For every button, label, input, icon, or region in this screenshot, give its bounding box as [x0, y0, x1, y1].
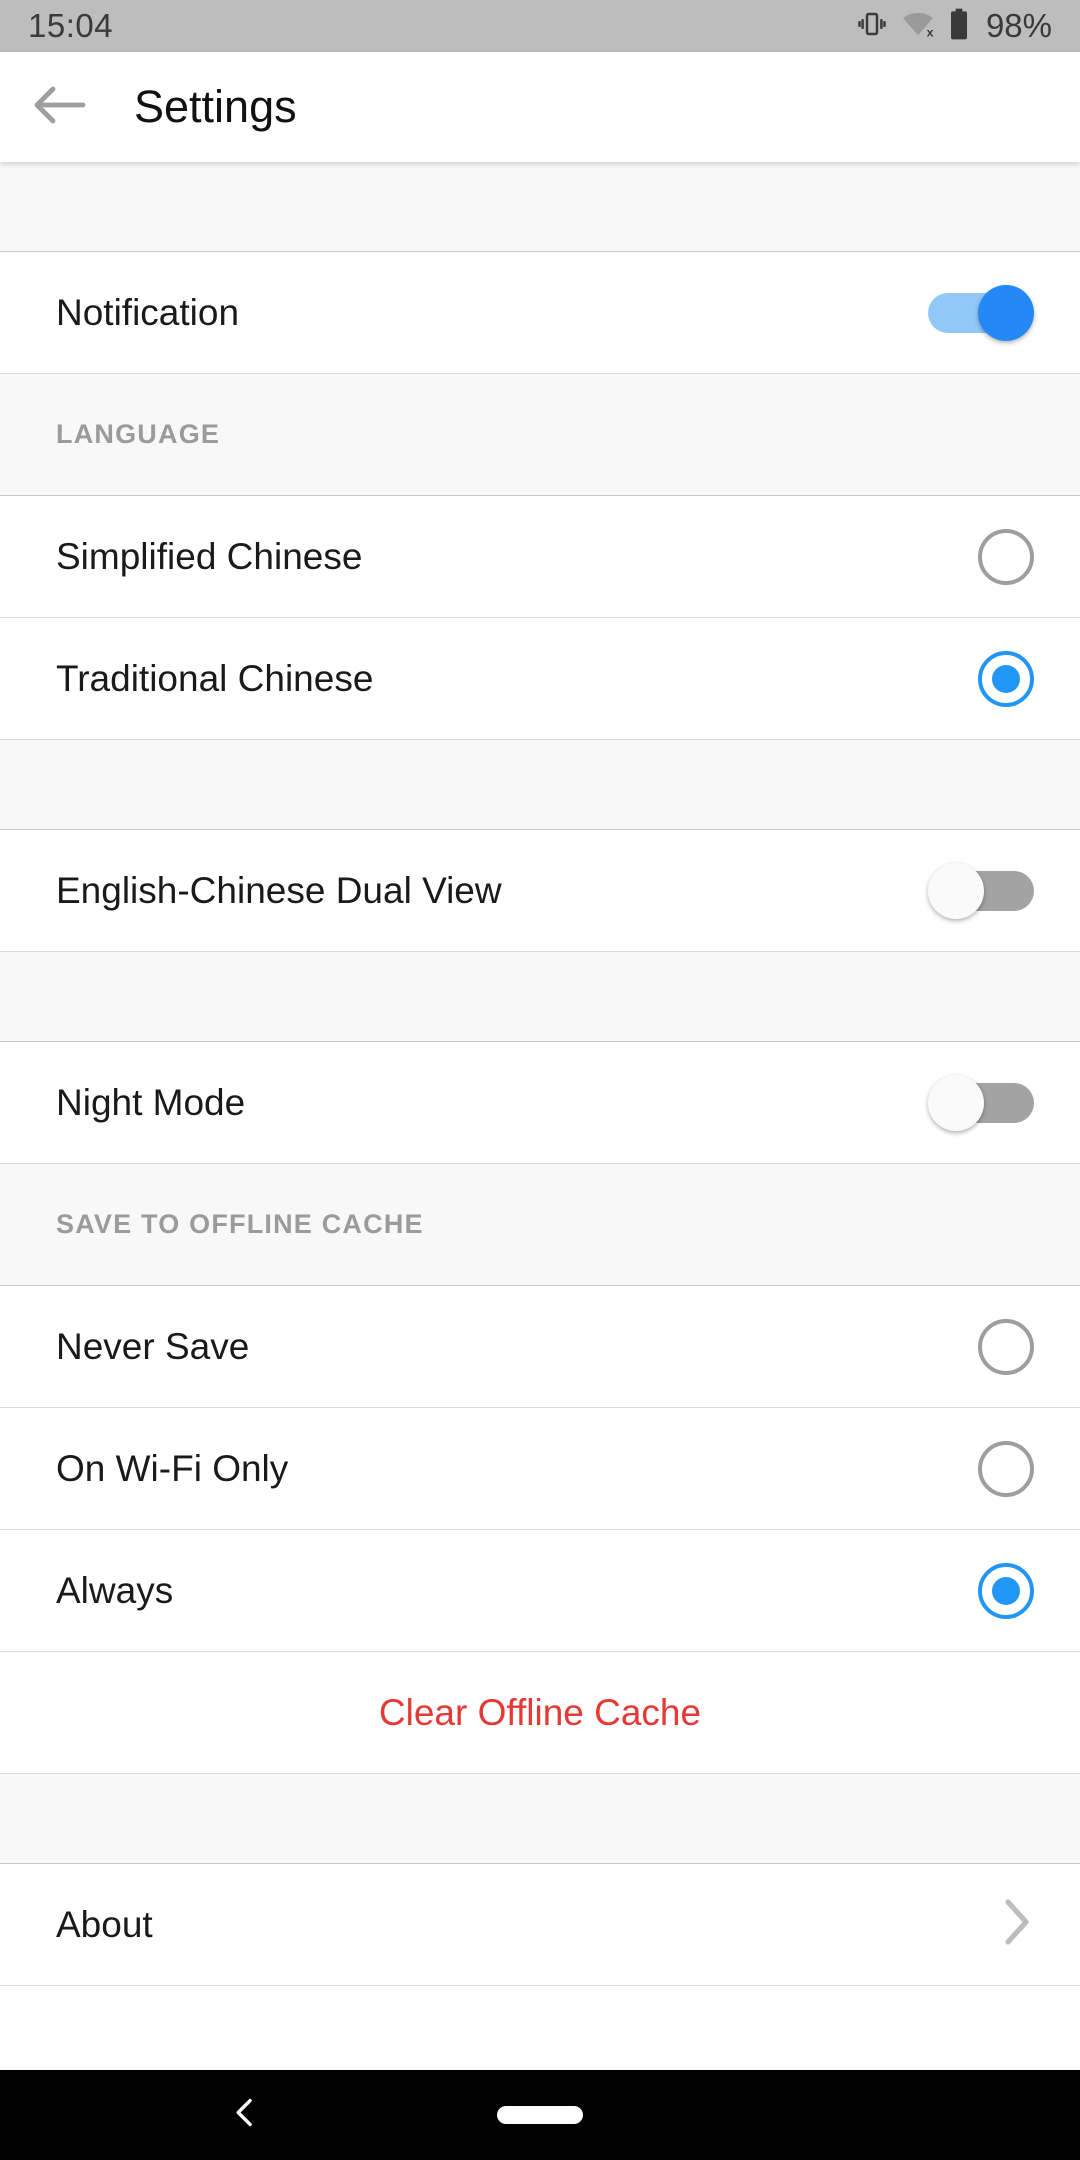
row-control-on-wi-fi-only — [978, 1440, 1034, 1497]
row-label-notification: Notification — [56, 291, 240, 333]
clear-offline-cache-button[interactable]: Clear Offline Cache — [0, 1652, 1080, 1774]
chevron-right-icon — [1000, 1894, 1034, 1955]
wifi-off-icon: x — [902, 9, 934, 44]
row-control-english-chinese-dual-view — [928, 862, 1034, 919]
row-never-save[interactable]: Never Save — [0, 1286, 1080, 1408]
page-title: Settings — [134, 81, 297, 132]
nav-back-icon[interactable] — [228, 2096, 262, 2135]
app-bar: Settings — [0, 52, 1080, 162]
nav-home-pill-icon[interactable] — [497, 2106, 583, 2124]
settings-list: Notification LANGUAGE Simplified Chinese Tr… — [0, 162, 1080, 1986]
row-always[interactable]: Always — [0, 1530, 1080, 1652]
radio-dot — [992, 664, 1020, 693]
status-time: 15:04 — [28, 7, 114, 44]
section-spacer — [0, 740, 1080, 830]
vibrate-icon — [857, 9, 887, 44]
radio-unselected[interactable] — [978, 1440, 1034, 1497]
section-header: SAVE TO OFFLINE CACHE — [0, 1164, 1080, 1286]
settings-screen: 15:04 x 98% Settings Notification LANGUA… — [0, 0, 1080, 2160]
row-control-always — [978, 1562, 1034, 1619]
row-control-never-save — [978, 1318, 1034, 1375]
row-english-chinese-dual-view[interactable]: English-Chinese Dual View — [0, 830, 1080, 952]
battery-percent: 98% — [985, 7, 1052, 44]
radio-selected[interactable] — [978, 1562, 1034, 1619]
status-indicators: x 98% — [857, 7, 1052, 45]
row-control-traditional-chinese — [978, 650, 1034, 707]
status-bar: 15:04 x 98% — [0, 0, 1080, 52]
section-spacer — [0, 952, 1080, 1042]
switch-thumb — [928, 862, 984, 919]
row-simplified-chinese[interactable]: Simplified Chinese — [0, 496, 1080, 618]
switch-on[interactable] — [928, 284, 1034, 341]
radio-selected[interactable] — [978, 650, 1034, 707]
radio-dot — [992, 1576, 1020, 1605]
row-control-notification — [928, 284, 1034, 341]
row-control-about — [1000, 1894, 1034, 1955]
row-control-night-mode — [928, 1074, 1034, 1131]
row-label-about: About — [56, 1903, 153, 1945]
svg-text:x: x — [927, 25, 934, 39]
row-label-traditional-chinese: Traditional Chinese — [56, 657, 374, 699]
back-button[interactable] — [10, 52, 110, 162]
radio-unselected[interactable] — [978, 528, 1034, 585]
row-notification[interactable]: Notification — [0, 252, 1080, 374]
section-header-label: LANGUAGE — [56, 419, 221, 449]
switch-thumb — [928, 1074, 984, 1131]
row-label-night-mode: Night Mode — [56, 1081, 246, 1123]
row-label-never-save: Never Save — [56, 1325, 250, 1367]
section-header-label: SAVE TO OFFLINE CACHE — [56, 1209, 424, 1239]
row-control-simplified-chinese — [978, 528, 1034, 585]
switch-thumb — [978, 284, 1034, 341]
row-label-english-chinese-dual-view: English-Chinese Dual View — [56, 869, 502, 911]
row-traditional-chinese[interactable]: Traditional Chinese — [0, 618, 1080, 740]
system-navigation-bar — [0, 2070, 1080, 2160]
row-about[interactable]: About — [0, 1864, 1080, 1986]
battery-icon — [949, 8, 969, 45]
row-label-always: Always — [56, 1569, 174, 1611]
radio-unselected[interactable] — [978, 1318, 1034, 1375]
clear-offline-cache-label: Clear Offline Cache — [378, 1691, 702, 1733]
section-spacer — [0, 1774, 1080, 1864]
row-on-wi-fi-only[interactable]: On Wi-Fi Only — [0, 1408, 1080, 1530]
section-spacer — [0, 162, 1080, 252]
switch-off[interactable] — [928, 862, 1034, 919]
row-label-on-wi-fi-only: On Wi-Fi Only — [56, 1447, 289, 1489]
back-arrow-icon — [33, 83, 87, 132]
row-night-mode[interactable]: Night Mode — [0, 1042, 1080, 1164]
section-header: LANGUAGE — [0, 374, 1080, 496]
row-label-simplified-chinese: Simplified Chinese — [56, 535, 363, 577]
switch-off[interactable] — [928, 1074, 1034, 1131]
